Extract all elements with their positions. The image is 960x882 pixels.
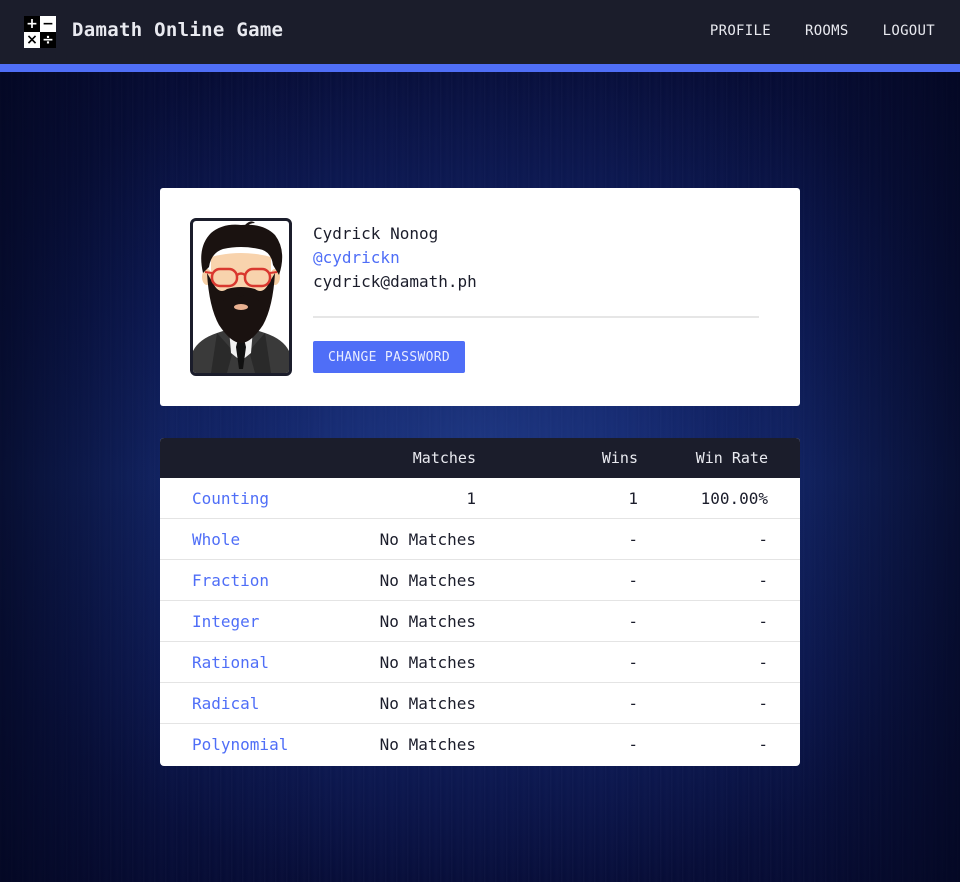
- matches-cell: No Matches: [379, 530, 476, 549]
- avatar: [190, 218, 292, 376]
- wins-cell: -: [628, 612, 638, 631]
- matches-cell: 1: [466, 489, 476, 508]
- mode-link[interactable]: Rational: [192, 642, 269, 683]
- change-password-button[interactable]: CHANGE PASSWORD: [313, 341, 465, 373]
- mode-link[interactable]: Radical: [192, 683, 259, 724]
- profile-divider: [313, 316, 759, 318]
- wins-cell: -: [628, 735, 638, 754]
- table-row: Integer No Matches - -: [160, 601, 800, 642]
- win-rate-cell: -: [758, 653, 768, 672]
- table-row: Whole No Matches - -: [160, 519, 800, 560]
- matches-cell: No Matches: [379, 571, 476, 590]
- header-wins: Wins: [601, 449, 638, 467]
- mode-link[interactable]: Integer: [192, 601, 259, 642]
- navbar-accent-bar: [0, 64, 960, 72]
- mode-link[interactable]: Polynomial: [192, 724, 288, 765]
- nav-logout-link[interactable]: LOGOUT: [883, 23, 935, 39]
- profile-email: cydrick@damath.ph: [313, 272, 477, 291]
- matches-cell: No Matches: [379, 653, 476, 672]
- app-title[interactable]: Damath Online Game: [72, 19, 283, 41]
- table-row: Fraction No Matches - -: [160, 560, 800, 601]
- wins-cell: 1: [628, 489, 638, 508]
- win-rate-cell: -: [758, 612, 768, 631]
- win-rate-cell: -: [758, 571, 768, 590]
- mode-link[interactable]: Counting: [192, 478, 269, 519]
- navbar: + − × ÷ Damath Online Game PROFILE ROOMS…: [0, 0, 960, 64]
- stats-table: Matches Wins Win Rate Counting 1 1 100.00% W…: [160, 438, 800, 766]
- wins-cell: -: [628, 530, 638, 549]
- win-rate-cell: 100.00%: [700, 489, 768, 508]
- bearded-man-avatar-icon: [193, 221, 289, 373]
- wins-cell: -: [628, 694, 638, 713]
- profile-name: Cydrick Nonog: [313, 224, 439, 243]
- wins-cell: -: [628, 571, 638, 590]
- header-win-rate: Win Rate: [695, 449, 768, 467]
- table-row: Radical No Matches - -: [160, 683, 800, 724]
- table-row: Rational No Matches - -: [160, 642, 800, 683]
- win-rate-cell: -: [758, 735, 768, 754]
- profile-username: @cydrickn: [313, 248, 400, 267]
- nav-profile-link[interactable]: PROFILE: [710, 23, 771, 39]
- mode-link[interactable]: Fraction: [192, 560, 269, 601]
- divide-icon: ÷: [40, 32, 56, 48]
- matches-cell: No Matches: [379, 694, 476, 713]
- stats-table-body: Counting 1 1 100.00% Whole No Matches - - Fracti…: [160, 478, 800, 765]
- mode-link[interactable]: Whole: [192, 519, 240, 560]
- nav-links: PROFILE ROOMS LOGOUT: [710, 23, 935, 39]
- minus-icon: −: [40, 16, 56, 32]
- header-matches: Matches: [412, 449, 476, 467]
- profile-card: Cydrick Nonog @cydrickn cydrick@damath.p…: [160, 188, 800, 406]
- table-row: Polynomial No Matches - -: [160, 724, 800, 765]
- table-row: Counting 1 1 100.00%: [160, 478, 800, 519]
- stats-table-header: Matches Wins Win Rate: [160, 438, 800, 478]
- matches-cell: No Matches: [379, 735, 476, 754]
- plus-icon: +: [24, 16, 40, 32]
- multiply-icon: ×: [24, 32, 40, 48]
- profile-info: Cydrick Nonog @cydrickn cydrick@damath.p…: [313, 222, 759, 294]
- matches-cell: No Matches: [379, 612, 476, 631]
- wins-cell: -: [628, 653, 638, 672]
- win-rate-cell: -: [758, 530, 768, 549]
- nav-rooms-link[interactable]: ROOMS: [805, 23, 849, 39]
- win-rate-cell: -: [758, 694, 768, 713]
- calculator-operators-icon[interactable]: + − × ÷: [24, 16, 56, 48]
